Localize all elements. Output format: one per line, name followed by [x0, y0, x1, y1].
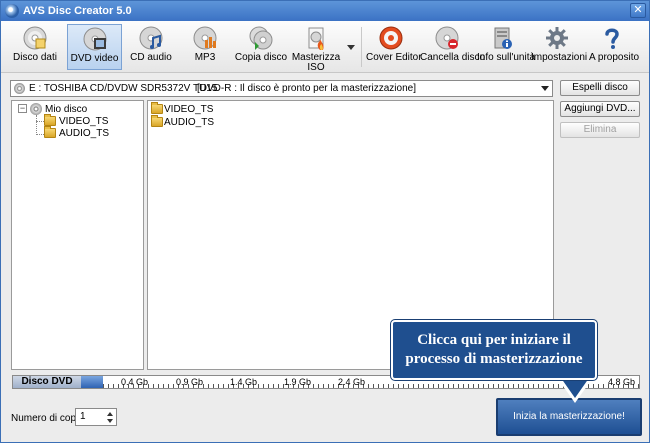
tree-item-video-ts[interactable]: VIDEO_TS [59, 116, 108, 127]
copy-disc-icon [249, 26, 273, 50]
toolbar-dvd-video-button[interactable]: DVD video [67, 24, 122, 70]
toolbar-cover-editor-button[interactable]: Cover Editor [366, 24, 422, 70]
capacity-tick: 1.9 Gb [284, 377, 312, 387]
audio-cd-icon [139, 26, 163, 50]
toolbar-label: Copia disco [234, 52, 288, 63]
bottom-bar: Numero di copie: 1 Inizia la masterizzaz… [1, 395, 649, 442]
file-item-audio-ts[interactable]: AUDIO_TS [164, 117, 214, 128]
toolbar-label: Impostazioni [531, 52, 588, 63]
add-dvd-button[interactable]: Aggiungi DVD... [560, 101, 640, 117]
mp3-disc-icon [193, 26, 217, 50]
tutorial-callout: Clicca qui per iniziare il processo di m… [391, 320, 597, 380]
folder-icon [44, 126, 56, 138]
toolbar-label: Cancella disco [420, 52, 486, 63]
tree-item-audio-ts[interactable]: AUDIO_TS [59, 128, 109, 139]
chevron-down-icon[interactable] [541, 86, 549, 91]
window-title: AVS Disc Creator 5.0 [23, 5, 132, 17]
delete-button[interactable]: Elimina [560, 122, 640, 138]
toolbar-mp3-button[interactable]: MP3 [181, 24, 229, 70]
toolbar-label: MP3 [194, 52, 216, 63]
copies-value: 1 [80, 411, 86, 422]
file-item-video-ts[interactable]: VIDEO_TS [164, 104, 213, 115]
callout-pointer [561, 378, 589, 398]
disc-tree-panel[interactable]: − Mio disco VIDEO_TS AUDIO_TS [11, 100, 144, 370]
burn-iso-icon [308, 27, 324, 50]
toolbar-settings-button[interactable]: Impostazioni [531, 24, 588, 70]
disc-icon [30, 103, 42, 115]
toolbar-data-disc-button[interactable]: Disco dati [7, 24, 63, 70]
tree-line [36, 121, 44, 122]
callout-line: Clicca qui per iniziare il [417, 332, 571, 348]
toolbar-erase-disc-button[interactable]: Cancella disco [420, 24, 486, 70]
chevron-down-icon[interactable] [107, 419, 113, 423]
chevron-down-icon[interactable] [347, 45, 355, 50]
dvd-video-icon [83, 27, 106, 51]
drive-select[interactable]: E : TOSHIBA CD/DVDW SDR5372V TU15 [DVD-R… [10, 80, 553, 97]
app-logo-icon [5, 4, 19, 18]
toolbar-about-button[interactable]: A proposito [589, 24, 640, 70]
settings-gear-icon [546, 27, 568, 49]
close-icon[interactable]: ✕ [630, 3, 646, 18]
cover-editor-icon [379, 26, 403, 50]
main-window: AVS Disc Creator 5.0 ✕ Disco dati DVD vi… [0, 0, 650, 443]
copies-stepper[interactable]: 1 [75, 408, 117, 426]
toolbar-label: A proposito [589, 52, 640, 63]
capacity-fill [81, 376, 103, 388]
toolbar-label: Info sull'unità [477, 52, 536, 63]
toolbar-label: CD audio [130, 52, 172, 63]
toolbar-cd-audio-button[interactable]: CD audio [125, 24, 177, 70]
eject-disc-button[interactable]: Espelli disco [560, 80, 640, 96]
chevron-up-icon[interactable] [107, 412, 113, 416]
tree-line [36, 115, 37, 135]
callout-line: processo di masterizzazione [405, 351, 583, 367]
tree-expander-icon[interactable]: − [18, 104, 27, 113]
capacity-tick: 4.8 Gb [608, 377, 636, 387]
drive-info-icon [494, 27, 512, 49]
drive-disc-icon [14, 83, 25, 94]
capacity-tick: 0.4 Gb [121, 377, 149, 387]
toolbar-copy-disc-button[interactable]: Copia disco [234, 24, 288, 70]
start-burning-button[interactable]: Inizia la masterizzazione! [496, 398, 642, 436]
toolbar: Disco dati DVD video CD audio MP3 Copia … [1, 21, 649, 73]
toolbar-label: Cover Editor [366, 52, 422, 63]
toolbar-separator [361, 27, 362, 67]
capacity-tick: 1.4 Gb [230, 377, 258, 387]
toolbar-drive-info-button[interactable]: Info sull'unità [477, 24, 536, 70]
erase-disc-icon [435, 26, 459, 50]
toolbar-label: Masterizza ISO [291, 52, 341, 73]
toolbar-label: Disco dati [13, 52, 57, 63]
title-bar: AVS Disc Creator 5.0 ✕ [1, 1, 649, 21]
tree-line [36, 134, 44, 135]
capacity-tick: 0.9 Gb [176, 377, 204, 387]
help-question-icon [605, 28, 619, 49]
toolbar-burn-iso-button[interactable]: Masterizza ISO [289, 24, 343, 73]
folder-icon [151, 102, 163, 114]
drive-status: [DVD-R : Il disco è pronto per la master… [197, 83, 416, 94]
toolbar-label: DVD video [70, 53, 119, 64]
tree-root-label[interactable]: Mio disco [45, 104, 87, 115]
folder-icon [151, 115, 163, 127]
capacity-label: Disco DVD [13, 376, 81, 388]
folder-icon [44, 114, 56, 126]
capacity-tick: 2.4 Gb [338, 377, 366, 387]
drive-name: E : TOSHIBA CD/DVDW SDR5372V TU15 [29, 83, 218, 94]
data-disc-icon [23, 26, 47, 50]
